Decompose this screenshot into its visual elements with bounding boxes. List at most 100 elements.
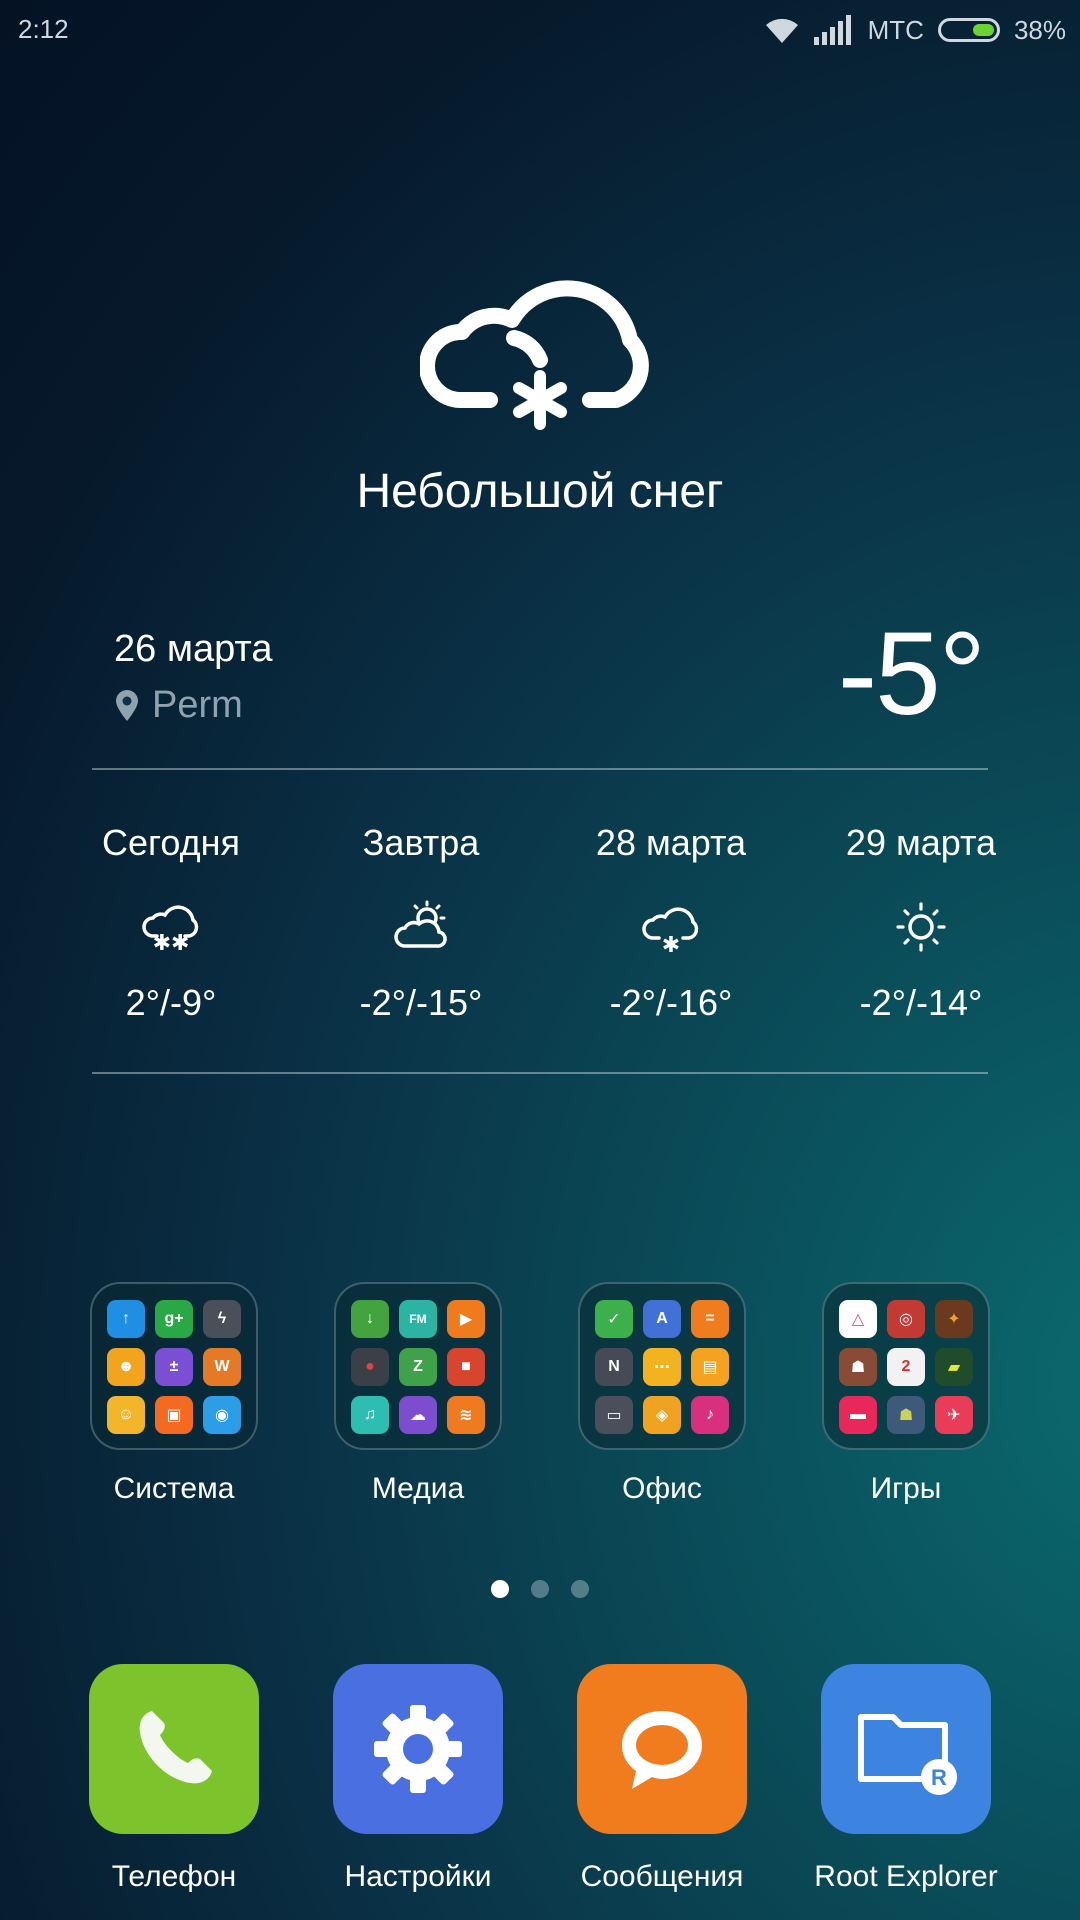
folder-icon[interactable]: ↓ FM ▶ ● Z ■ ♫ ☁ ≋ (334, 1282, 502, 1450)
mini-app-icon: FM (399, 1300, 437, 1338)
snow-cloud-icon: ✱✱ (142, 905, 199, 954)
svg-text:R: R (931, 1765, 947, 1790)
mini-app-icon: N (595, 1348, 633, 1386)
mini-app-icon: ☻ (107, 1348, 145, 1386)
svg-text:✱✱: ✱✱ (153, 931, 190, 954)
forecast-day-today[interactable]: Сегодня ✱✱ 2°/-9° (46, 822, 296, 1024)
forecast-temp: -2°/-14° (859, 982, 983, 1023)
mini-app-icon: ✓ (595, 1300, 633, 1338)
mini-app-icon: ↑ (107, 1300, 145, 1338)
mini-app-icon: g+ (155, 1300, 193, 1338)
mini-app-icon: = (691, 1300, 729, 1338)
mini-app-icon: ☁ (399, 1396, 437, 1434)
folder-icon: R (858, 1714, 957, 1795)
page-dot[interactable] (571, 1580, 589, 1598)
folder-igry[interactable]: △ ◎ ✦ ☗ 2 ▰ ▬ ☗ ✈ Игры (784, 1282, 1028, 1506)
mini-app-icon: ≋ (447, 1396, 485, 1434)
signal-icon (813, 15, 851, 45)
mini-app-icon: ■ (447, 1348, 485, 1386)
mini-app-icon: ◈ (643, 1396, 681, 1434)
forecast-temp: -2°/-16° (609, 982, 733, 1023)
chat-bubble-icon (622, 1711, 702, 1789)
app-label: Телефон (111, 1860, 237, 1893)
gear-icon (374, 1705, 462, 1793)
mini-app-icon: ▭ (595, 1396, 633, 1434)
mini-app-icon: △ (839, 1300, 877, 1338)
mini-app-icon: Z (399, 1348, 437, 1386)
forecast-day-tomorrow[interactable]: Завтра -2°/-15° (296, 822, 546, 1024)
forecast-day-label: 28 марта (595, 822, 747, 863)
light-snow-icon: ✱ (642, 907, 699, 954)
status-time: 2:12 (18, 14, 69, 44)
settings-icon[interactable] (333, 1664, 503, 1834)
mini-app-icon: ▬ (839, 1396, 877, 1434)
forecast-day-label: 29 марта (845, 822, 997, 863)
app-phone[interactable]: Телефон (52, 1664, 296, 1894)
mini-app-icon: ☺ (107, 1396, 145, 1434)
mini-app-icon: ◉ (203, 1396, 241, 1434)
mini-app-icon: ☗ (839, 1348, 877, 1386)
page-dot[interactable] (531, 1580, 549, 1598)
folder-media[interactable]: ↓ FM ▶ ● Z ■ ♫ ☁ ≋ Медиа (296, 1282, 540, 1506)
mini-app-icon: ☗ (887, 1396, 925, 1434)
forecast-temp: -2°/-15° (359, 982, 483, 1023)
folder-row: ↑ g+ ϟ ☻ ± W ☺ ▣ ◉ Система ↓ FM ▶ ● Z ■ … (52, 1282, 1028, 1506)
mini-app-icon: ϟ (203, 1300, 241, 1338)
mini-app-icon: ▣ (155, 1396, 193, 1434)
mini-app-icon: ◎ (887, 1300, 925, 1338)
folder-label: Система (113, 1472, 235, 1505)
mini-app-icon: 2 (887, 1348, 925, 1386)
folder-sistema[interactable]: ↑ g+ ϟ ☻ ± W ☺ ▣ ◉ Система (52, 1282, 296, 1506)
mini-app-icon: ▤ (691, 1348, 729, 1386)
folder-icon[interactable]: △ ◎ ✦ ☗ 2 ▰ ▬ ☗ ✈ (822, 1282, 990, 1450)
weather-date: 26 марта (114, 628, 273, 670)
page-indicator[interactable] (0, 1580, 1080, 1598)
app-root-explorer[interactable]: R Root Explorer (784, 1664, 1028, 1894)
mini-app-icon: ▶ (447, 1300, 485, 1338)
folder-icon[interactable]: ✓ A = N ⋯ ▤ ▭ ◈ ♪ (578, 1282, 746, 1450)
weather-condition[interactable]: Небольшой снег (0, 464, 1080, 519)
root-explorer-icon[interactable]: R (821, 1664, 991, 1834)
current-temperature[interactable]: -5° (838, 606, 986, 742)
mini-app-icon: A (643, 1300, 681, 1338)
phone-icon[interactable] (89, 1664, 259, 1834)
forecast-temp: 2°/-9° (125, 982, 217, 1023)
location-name: Perm (152, 684, 243, 726)
mini-app-icon: ✦ (935, 1300, 973, 1338)
location-pin-icon (116, 689, 138, 721)
mini-app-icon: ♫ (351, 1396, 389, 1434)
weather-divider-top (92, 768, 988, 770)
forecast-row: Сегодня ✱✱ 2°/-9° Завтра -2°/-15° 28 мар… (46, 822, 1046, 1024)
forecast-day-3[interactable]: 28 марта ✱ -2°/-16° (546, 822, 796, 1024)
mini-app-icon: ▰ (935, 1348, 973, 1386)
partly-sunny-icon (394, 900, 447, 948)
mini-app-icon: ✈ (935, 1396, 973, 1434)
mini-app-icon: ↓ (351, 1300, 389, 1338)
dock: Телефон Настройки Сообщения R Root Explo… (52, 1664, 1028, 1894)
wifi-icon (765, 18, 798, 43)
carrier-name: МТС (867, 14, 924, 45)
weather-divider-bottom (92, 1072, 988, 1074)
snow-cloud-icon[interactable] (420, 210, 660, 440)
mini-app-icon: ● (351, 1348, 389, 1386)
app-messages[interactable]: Сообщения (540, 1664, 784, 1894)
app-label: Root Explorer (814, 1860, 998, 1893)
page-dot-active[interactable] (491, 1580, 509, 1598)
app-label: Настройки (344, 1860, 492, 1893)
forecast-day-4[interactable]: 29 марта -2°/-14° (796, 822, 1046, 1024)
app-label: Сообщения (580, 1860, 744, 1893)
mini-app-icon: W (203, 1348, 241, 1386)
weather-location: Perm (114, 684, 243, 727)
mini-app-icon: ♪ (691, 1396, 729, 1434)
app-settings[interactable]: Настройки (296, 1664, 540, 1894)
battery-icon (937, 18, 1000, 42)
forecast-day-label: Завтра (362, 822, 480, 863)
folder-icon[interactable]: ↑ g+ ϟ ☻ ± W ☺ ▣ ◉ (90, 1282, 258, 1450)
messages-icon[interactable] (577, 1664, 747, 1834)
status-bar-right: МТС 38% (764, 10, 1066, 50)
folder-ofis[interactable]: ✓ A = N ⋯ ▤ ▭ ◈ ♪ Офис (540, 1282, 784, 1506)
svg-text:✱: ✱ (662, 933, 680, 954)
folder-label: Игры (870, 1472, 942, 1505)
folder-label: Офис (622, 1472, 702, 1505)
phone-handset-icon (139, 1711, 212, 1784)
